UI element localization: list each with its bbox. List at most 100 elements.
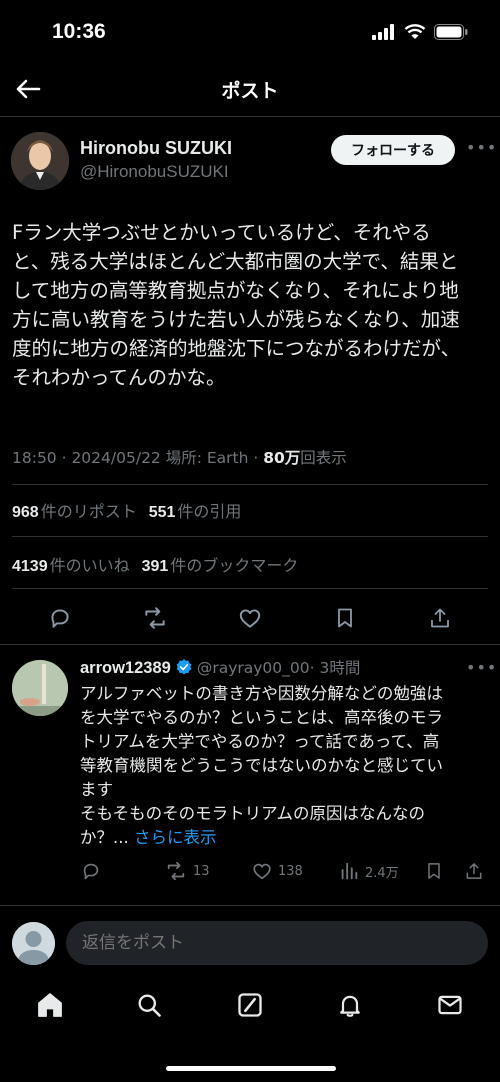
reply-input[interactable] [66, 921, 488, 965]
reply-button[interactable] [46, 604, 74, 632]
tab-messages[interactable] [435, 990, 465, 1020]
likes-label: 件のいいね [49, 556, 130, 575]
wifi-icon [404, 24, 426, 39]
page-title: ポスト [221, 80, 279, 102]
share-icon [466, 863, 482, 879]
author-handle[interactable]: @HironobuSUZUKI [80, 162, 229, 182]
divider [12, 484, 488, 485]
reply-views-button[interactable]: 2.4万 [338, 860, 399, 882]
likes-stat[interactable]: 4139 件のいいね [12, 556, 130, 575]
tweet-action-bar [0, 596, 500, 640]
like-stats: 4139 件のいいね 391 件のブックマーク [12, 552, 298, 576]
tweet-line: 度的に地方の経済的地盤沈下につながるわけだが、 [12, 337, 461, 360]
user-avatar[interactable] [12, 922, 55, 965]
divider [12, 536, 488, 537]
heart-icon [253, 863, 271, 880]
signal-icon [372, 24, 394, 40]
tab-search[interactable] [134, 990, 164, 1020]
more-options-icon[interactable]: ••• [466, 138, 497, 157]
home-icon [38, 993, 62, 1017]
header: ポスト [0, 64, 500, 114]
views-chart-icon [341, 862, 358, 880]
reposts-count: 968 [12, 504, 39, 521]
reply-action-bar: 13 138 2.4万 [80, 860, 490, 886]
repost-icon [145, 607, 165, 629]
tweet-line: それわかってんのかな。 [12, 366, 226, 389]
share-button[interactable] [426, 604, 454, 632]
reply-bookmark-button[interactable] [424, 860, 444, 882]
divider [0, 644, 500, 645]
show-more-link[interactable]: さらに表示 [134, 828, 217, 847]
heart-icon [239, 609, 261, 628]
reply-avatar-image-icon [12, 660, 68, 716]
status-icons [372, 24, 468, 40]
reply-repost-count: 13 [193, 863, 210, 879]
follow-button[interactable]: フォローする [331, 135, 455, 165]
bookmark-icon [338, 608, 352, 628]
quotes-stat[interactable]: 551 件の引用 [149, 502, 242, 521]
tweet-text: Fラン大学つぶせとかいっているけど、それやる と、残る大学はほとんど大都市圏の大… [12, 218, 490, 392]
home-indicator [166, 1066, 336, 1071]
views-label: 回表示 [300, 449, 347, 467]
avatar[interactable] [11, 132, 69, 190]
tab-home[interactable] [35, 990, 65, 1020]
battery-icon [434, 24, 468, 40]
status-time: 10:36 [52, 20, 106, 43]
reply-time: · 3時間 [309, 659, 361, 677]
default-avatar-icon [12, 922, 55, 965]
bottom-tab-bar [0, 980, 500, 1036]
reposts-stat[interactable]: 968 件のリポスト [12, 502, 137, 521]
share-icon [431, 608, 449, 628]
like-button[interactable] [236, 604, 264, 632]
reply-line: トリアムを大学でやるのか？って話であって、高 [80, 732, 440, 751]
search-icon [138, 994, 161, 1017]
reply-text: アルファベットの書き方や因数分解などの勉強は を大学でやるのか？ということは、高… [80, 682, 480, 850]
tab-notifications[interactable] [335, 990, 365, 1020]
avatar-portrait-icon [11, 132, 69, 190]
status-bar: 10:36 [0, 0, 500, 64]
reply-header: arrow12389 @rayray00_00· 3時間 [80, 656, 360, 678]
grok-icon [238, 993, 262, 1017]
author-name[interactable]: Hironobu SUZUKI [80, 138, 232, 159]
reply-line: そもそものそのモラトリアムの原因はなんなの [80, 804, 426, 823]
bookmark-button[interactable] [331, 604, 359, 632]
header-divider [0, 116, 500, 117]
reply-author-name[interactable]: arrow12389 [80, 659, 171, 677]
tweet-line: Fラン大学つぶせとかいっているけど、それやる [12, 221, 431, 244]
reply-repost-button[interactable]: 13 [164, 860, 210, 882]
repost-icon [167, 861, 185, 881]
reply-share-button[interactable] [464, 860, 484, 882]
divider [12, 588, 488, 589]
tab-grok[interactable] [235, 990, 265, 1020]
tweet-author: Hironobu SUZUKI @HironobuSUZUKI フォローする •… [0, 130, 500, 190]
repost-button[interactable] [141, 604, 169, 632]
reposts-label: 件のリポスト [40, 502, 137, 521]
reply-more-options-icon[interactable]: ••• [466, 658, 497, 677]
tweet-line: と、残る大学はほとんど大都市圏の大学で、結果と [12, 250, 459, 273]
reply-views-count: 2.4万 [365, 865, 399, 881]
tweet-meta: 18:50 · 2024/05/22 場所: Earth · 80万回表示 [12, 446, 347, 468]
reply-line: か？... さらに表示 [80, 826, 480, 850]
tweet-line: 方に高い教育をうけた若い人が残らなくなり、加速 [12, 308, 460, 331]
reply-avatar[interactable] [12, 660, 68, 716]
bell-icon [340, 995, 360, 1017]
tweet-line: して地方の高等教育拠点がなくなり、それにより地 [12, 279, 459, 302]
bookmarks-count: 391 [141, 558, 169, 575]
reply-line: アルファベットの書き方や因数分解などの勉強は [80, 684, 443, 703]
reply-reply-button[interactable] [80, 860, 102, 882]
views-count: 80万 [263, 449, 301, 467]
bookmark-icon [428, 863, 440, 879]
verified-badge-icon [176, 659, 192, 675]
reply-icon [83, 863, 99, 880]
composer-divider [0, 905, 500, 906]
reply-icon [51, 609, 69, 628]
reply-line: ます [80, 780, 113, 799]
reply-author-handle[interactable]: @rayray00_00 [197, 659, 310, 677]
reply-last-line: か？... [80, 828, 134, 847]
bookmarks-stat[interactable]: 391 件のブックマーク [142, 556, 299, 575]
quotes-count: 551 [148, 504, 176, 521]
reply-like-button[interactable]: 138 [251, 860, 303, 882]
mail-icon [438, 995, 462, 1015]
tweet-timestamp[interactable]: 18:50 · 2024/05/22 場所: Earth · [12, 449, 263, 467]
reply-like-count: 138 [278, 863, 303, 879]
